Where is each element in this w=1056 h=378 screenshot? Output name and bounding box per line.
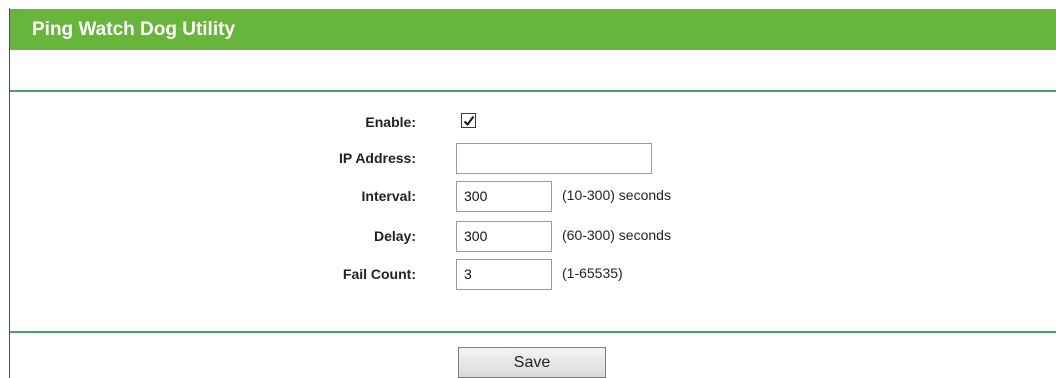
fail-count-hint: (1-65535) xyxy=(562,265,623,281)
delay-label: Delay: xyxy=(373,228,416,244)
save-button[interactable]: Save xyxy=(458,347,606,378)
ip-address-label: IP Address: xyxy=(338,150,416,166)
ip-address-input[interactable] xyxy=(456,143,652,174)
interval-label: Interval: xyxy=(361,188,416,204)
page-title: Ping Watch Dog Utility xyxy=(32,19,236,40)
checkmark-icon xyxy=(463,115,475,127)
enable-label: Enable: xyxy=(365,114,416,130)
page-header: Ping Watch Dog Utility xyxy=(10,9,1056,50)
enable-checkbox[interactable] xyxy=(461,113,476,128)
fail-count-input[interactable]: 3 xyxy=(456,259,552,290)
divider-bottom xyxy=(10,331,1056,333)
divider-top xyxy=(10,90,1056,92)
fail-count-label: Fail Count: xyxy=(342,266,416,282)
delay-input[interactable]: 300 xyxy=(456,221,552,252)
interval-hint: (10-300) seconds xyxy=(562,187,671,203)
interval-input[interactable]: 300 xyxy=(456,181,552,212)
delay-hint: (60-300) seconds xyxy=(562,227,671,243)
